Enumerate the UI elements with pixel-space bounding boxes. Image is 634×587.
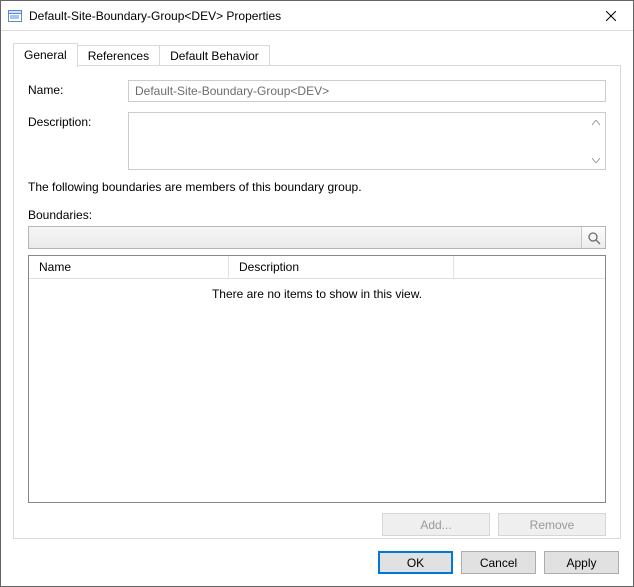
ok-button-label: OK: [407, 556, 424, 570]
tab-default-behavior-label: Default Behavior: [170, 49, 259, 63]
column-name-label: Name: [39, 260, 71, 274]
boundaries-filter: [28, 226, 606, 249]
scroll-down-icon[interactable]: [589, 153, 603, 167]
add-button-label: Add...: [420, 518, 451, 532]
column-description[interactable]: Description: [229, 256, 454, 278]
remove-button: Remove: [498, 513, 606, 536]
helper-text: The following boundaries are members of …: [28, 180, 606, 194]
search-button[interactable]: [581, 227, 605, 248]
cancel-button[interactable]: Cancel: [461, 551, 536, 574]
listview-empty-text: There are no items to show in this view.: [29, 279, 605, 301]
client-area: General References Default Behavior Name…: [1, 31, 633, 586]
apply-button[interactable]: Apply: [544, 551, 619, 574]
boundaries-list[interactable]: Name Description There are no items to s…: [28, 255, 606, 503]
remove-button-label: Remove: [530, 518, 575, 532]
listview-header: Name Description: [29, 256, 605, 279]
tabstrip-border: [13, 65, 621, 66]
window-title: Default-Site-Boundary-Group<DEV> Propert…: [29, 9, 588, 23]
name-label: Name:: [28, 80, 128, 97]
tab-references[interactable]: References: [77, 45, 160, 66]
cancel-button-label: Cancel: [480, 556, 517, 570]
listview-body: There are no items to show in this view.: [29, 279, 605, 502]
close-button[interactable]: [588, 1, 633, 31]
close-icon: [606, 11, 616, 21]
add-button: Add...: [382, 513, 490, 536]
title-bar: Default-Site-Boundary-Group<DEV> Propert…: [1, 1, 633, 31]
name-field[interactable]: [128, 80, 606, 102]
boundaries-label: Boundaries:: [28, 208, 606, 222]
column-name[interactable]: Name: [29, 256, 229, 278]
filter-input[interactable]: [29, 227, 581, 248]
row-description: Description:: [28, 112, 606, 170]
column-spacer: [454, 256, 605, 278]
column-description-label: Description: [239, 260, 299, 274]
row-name: Name:: [28, 80, 606, 102]
tab-references-label: References: [88, 49, 149, 63]
tab-general-label: General: [24, 48, 67, 62]
app-icon: [7, 8, 23, 24]
ok-button[interactable]: OK: [378, 551, 453, 574]
boundaries-button-row: Add... Remove: [28, 513, 606, 536]
description-label: Description:: [28, 112, 128, 129]
dialog-button-row: OK Cancel Apply: [378, 551, 619, 574]
description-field[interactable]: [128, 112, 606, 170]
tab-strip: General References Default Behavior: [13, 43, 621, 66]
tab-default-behavior[interactable]: Default Behavior: [159, 45, 270, 66]
scroll-up-icon[interactable]: [589, 115, 603, 129]
apply-button-label: Apply: [566, 556, 596, 570]
tabpage-general: Name: Description: The following boundar…: [13, 66, 621, 539]
tab-general[interactable]: General: [13, 43, 78, 67]
search-icon: [587, 231, 601, 245]
